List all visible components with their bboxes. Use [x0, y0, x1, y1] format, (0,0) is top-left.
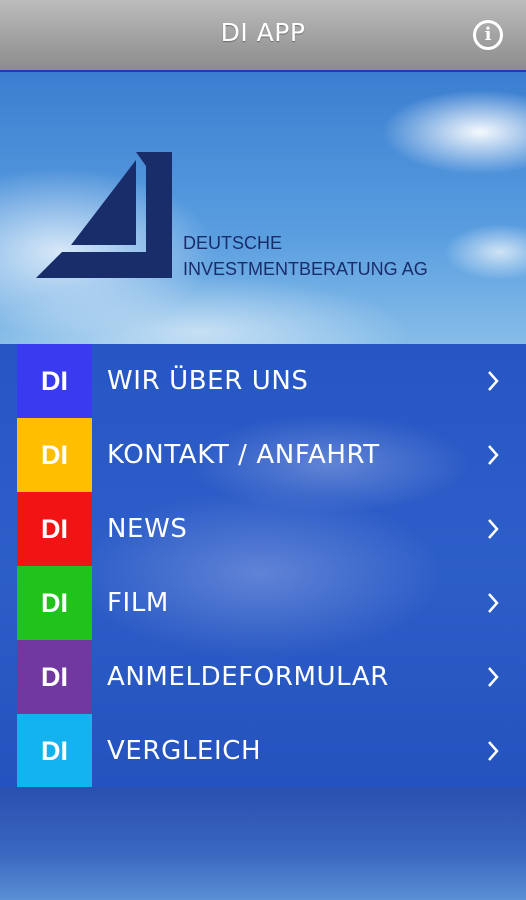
menu-item-label: VERGLEICH	[107, 736, 262, 766]
di-badge: DI	[17, 640, 92, 714]
menu-item-wir-ueber-uns[interactable]: DI WIR ÜBER UNS	[0, 344, 526, 418]
menu-item-label: FILM	[107, 588, 169, 618]
chevron-right-icon	[488, 371, 499, 391]
app-title: DI APP	[220, 18, 306, 47]
menu-item-vergleich[interactable]: DI VERGLEICH	[0, 714, 526, 788]
chevron-right-icon	[488, 593, 499, 613]
menu-item-news[interactable]: DI NEWS	[0, 492, 526, 566]
background-footer	[0, 787, 526, 900]
di-badge: DI	[17, 492, 92, 566]
menu-item-label: NEWS	[107, 514, 188, 544]
info-icon[interactable]: i	[473, 20, 503, 50]
menu-item-label: ANMELDEFORMULAR	[107, 662, 389, 692]
title-bar: DI APP i	[0, 0, 526, 72]
menu-item-anmeldeformular[interactable]: DI ANMELDEFORMULAR	[0, 640, 526, 714]
hero-banner: DEUTSCHE INVESTMENTBERATUNG AG	[0, 72, 526, 344]
logo-text-line1: DEUTSCHE	[183, 233, 283, 253]
menu-item-label: WIR ÜBER UNS	[107, 366, 309, 396]
chevron-right-icon	[488, 741, 499, 761]
main-menu: DI WIR ÜBER UNS DI KONTAKT / ANFAHRT DI …	[0, 344, 526, 788]
di-logo-icon	[36, 152, 172, 278]
di-badge: DI	[17, 418, 92, 492]
menu-item-film[interactable]: DI FILM	[0, 566, 526, 640]
chevron-right-icon	[488, 667, 499, 687]
menu-item-label: KONTAKT / ANFAHRT	[107, 440, 380, 470]
di-badge: DI	[17, 566, 92, 640]
menu-item-kontakt-anfahrt[interactable]: DI KONTAKT / ANFAHRT	[0, 418, 526, 492]
di-badge: DI	[17, 344, 92, 418]
chevron-right-icon	[488, 519, 499, 539]
chevron-right-icon	[488, 445, 499, 465]
di-badge: DI	[17, 714, 92, 788]
logo-text-line2: INVESTMENTBERATUNG AG	[183, 259, 428, 279]
